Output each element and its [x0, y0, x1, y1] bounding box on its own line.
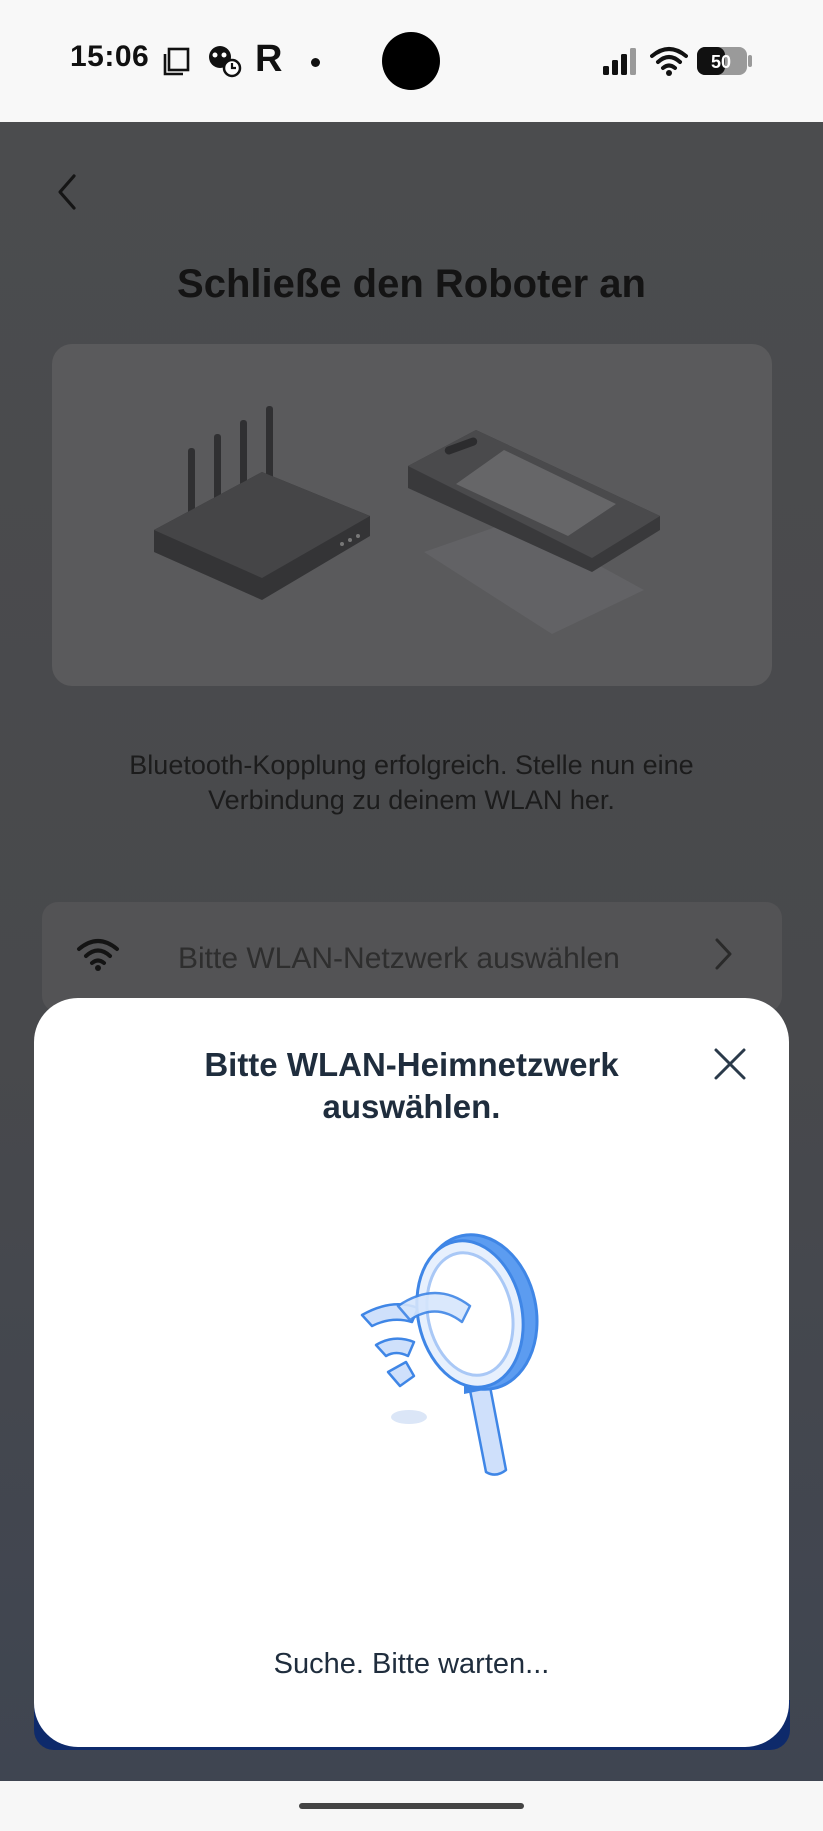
home-indicator[interactable]	[299, 1803, 524, 1809]
wifi-icon	[77, 939, 119, 971]
modal-title: Bitte WLAN-Heimnetzwerk auswählen.	[204, 1046, 619, 1125]
status-time: 15:06	[70, 40, 150, 73]
close-icon[interactable]	[710, 1044, 750, 1084]
wifi-network-selector[interactable]: Bitte WLAN-Netzwerk auswählen	[42, 902, 782, 1012]
wifi-icon	[650, 47, 688, 76]
status-bar: 15:06 R 50	[0, 0, 823, 122]
signal-icon	[603, 48, 636, 75]
router-phone-illustration	[52, 344, 772, 686]
page-title: Schließe den Roboter an	[177, 262, 646, 306]
searching-magnifier-icon	[360, 1233, 539, 1476]
wifi-select-placeholder: Bitte WLAN-Netzwerk auswählen	[178, 942, 620, 975]
searching-status-text: Suche. Bitte warten...	[273, 1648, 550, 1680]
camera-cutout	[382, 32, 440, 90]
chevron-right-icon	[715, 938, 732, 970]
screenshot-icon	[163, 47, 190, 76]
battery-icon: 50	[697, 47, 752, 75]
back-arrow-icon[interactable]	[50, 170, 90, 216]
app-notification-icon	[209, 46, 242, 78]
battery-level: 50	[711, 52, 731, 72]
r-app-icon: R	[255, 38, 283, 80]
pairing-description: Bluetooth-Kopplung erfolgreich. Stelle n…	[129, 750, 694, 815]
wifi-search-modal: Bitte WLAN-Heimnetzwerk auswählen. Suche…	[34, 998, 789, 1747]
dot-icon	[311, 58, 320, 67]
